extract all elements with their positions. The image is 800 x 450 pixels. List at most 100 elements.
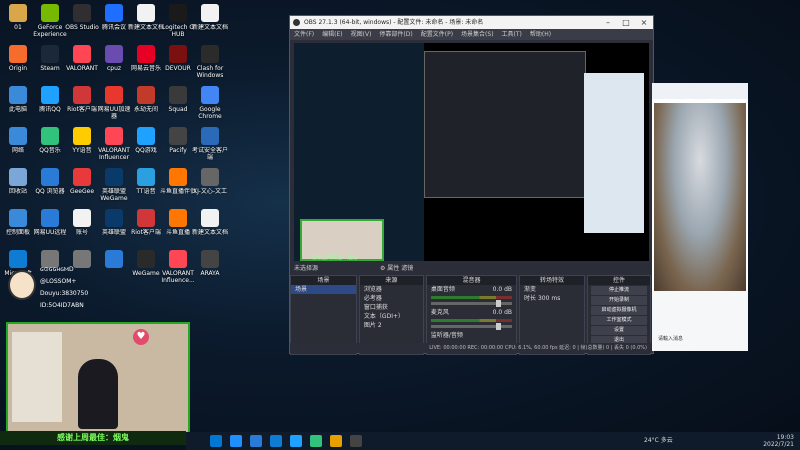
desktop-icon[interactable]: 腾讯QQ — [32, 86, 68, 113]
desktop-icon[interactable]: cpuz — [96, 45, 132, 72]
transition-select[interactable]: 渐变 — [520, 285, 584, 294]
transition-duration[interactable]: 时长 300 ms — [520, 294, 584, 303]
system-tray-clock[interactable]: 19:03 2022/7/21 — [763, 434, 794, 448]
app-icon — [201, 250, 219, 268]
desktop-icon[interactable]: 01 — [0, 4, 36, 31]
settings-button[interactable]: 设置 — [591, 326, 648, 335]
desktop-icon[interactable]: DEVOUR — [160, 45, 196, 72]
taskbar-app-icon[interactable] — [230, 435, 242, 447]
desktop-icon[interactable]: Pacify — [160, 127, 196, 154]
app-icon — [41, 45, 59, 63]
taskbar-app-icon[interactable] — [310, 435, 322, 447]
desktop-icon[interactable]: QQ游戏 — [128, 127, 164, 154]
desktop-icon[interactable]: GeForce Experience — [32, 4, 68, 38]
desktop-icon[interactable]: 斗鱼直播 — [160, 209, 196, 236]
desktop-icon[interactable]: XJ-文心-文工 — [192, 168, 228, 195]
obs-window[interactable]: OBS 27.1.3 (64-bit, windows) - 配置文件: 未命名… — [289, 15, 654, 355]
desktop-icon[interactable]: 网易UU远程 — [32, 209, 68, 236]
desktop-icon[interactable]: Clash for Windows — [192, 45, 228, 79]
filters-button[interactable]: 滤镜 — [401, 265, 413, 272]
properties-button[interactable]: ⚙ 属性 — [380, 265, 399, 272]
chat-window[interactable]: 请輸入消息 — [652, 83, 748, 351]
desktop-icon[interactable]: 网易UU加速器 — [96, 86, 132, 120]
desktop-icon[interactable]: 此电脑 — [0, 86, 36, 113]
desktop-icon[interactable]: GeeGee — [64, 168, 100, 195]
chat-input-area[interactable]: 请輸入消息 — [652, 291, 748, 351]
app-icon — [137, 209, 155, 227]
taskbar-app-icon[interactable] — [270, 435, 282, 447]
volume-slider[interactable] — [430, 323, 513, 330]
minimize-button[interactable]: – — [599, 16, 617, 29]
close-button[interactable]: × — [635, 16, 653, 29]
app-icon — [137, 250, 155, 268]
desktop-icon[interactable]: 新建文本文档 — [192, 209, 228, 236]
menu-file[interactable]: 文件(F) — [294, 29, 314, 40]
desktop-icon[interactable]: WeGame — [128, 250, 164, 277]
obs-preview[interactable]: 感谢上周最佳：烟鬼 — [294, 43, 649, 261]
desktop-icon[interactable]: 英雄联盟WeGame — [96, 168, 132, 202]
menu-docks[interactable]: 停靠部件(D) — [379, 29, 412, 40]
desktop-icon[interactable]: QQ音乐 — [32, 127, 68, 154]
taskbar-app-icon[interactable] — [210, 435, 222, 447]
desktop-icon[interactable]: Riot客户端 — [128, 209, 164, 236]
virtual-camera-button[interactable]: 启动虚拟摄像机 — [591, 306, 648, 315]
desktop-icon[interactable]: ARAYA — [192, 250, 228, 277]
desktop-icon[interactable]: 考试安全客户端 — [192, 127, 228, 161]
source-item[interactable]: 文本（GDI+） — [360, 312, 423, 321]
desktop-icon[interactable]: OBS Studio — [64, 4, 100, 31]
taskbar-app-icon[interactable] — [350, 435, 362, 447]
menu-help[interactable]: 帮助(H) — [530, 29, 551, 40]
taskbar-app-icon[interactable] — [250, 435, 262, 447]
weather-widget[interactable]: 24°C 多云 — [644, 435, 673, 447]
studio-mode-button[interactable]: 工作室模式 — [591, 316, 648, 325]
stop-streaming-button[interactable]: 停止推流 — [591, 286, 648, 295]
desktop-icon[interactable]: 控制面板 — [0, 209, 36, 236]
desktop-icon[interactable]: 账号 — [64, 209, 100, 236]
desktop-icon-label: 此电脑 — [8, 106, 27, 113]
desktop-icon[interactable]: VALORANT Influence... — [160, 250, 196, 284]
desktop-icon[interactable]: Google Chrome — [192, 86, 228, 120]
taskbar-app-icon[interactable] — [290, 435, 302, 447]
source-item[interactable]: 窗口捕获 — [360, 303, 423, 312]
menu-tools[interactable]: 工具(T) — [502, 29, 522, 40]
desktop-icon[interactable]: YY语音 — [64, 127, 100, 154]
desktop-icon[interactable]: VALORANT Influencer — [96, 127, 132, 161]
source-item[interactable]: 浏览器 — [360, 285, 423, 294]
desktop-icon[interactable]: 新建文本文档 — [192, 4, 228, 31]
desktop-icon[interactable]: Steam — [32, 45, 68, 72]
desktop-icon[interactable]: Logitech G HUB — [160, 4, 196, 38]
desktop-icon[interactable]: QQ 浏览器 — [32, 168, 68, 195]
source-item[interactable]: 必考器 — [360, 294, 423, 303]
desktop-icon[interactable]: 腾讯会议 — [96, 4, 132, 31]
chat-toolbar[interactable] — [652, 83, 748, 99]
app-icon — [201, 168, 219, 186]
maximize-button[interactable]: □ — [617, 16, 635, 29]
menu-view[interactable]: 视图(V) — [351, 29, 372, 40]
taskbar-app-icon[interactable] — [330, 435, 342, 447]
desktop-icon-label: GeForce Experience — [33, 24, 67, 38]
desktop-icon[interactable]: 网易云音乐 — [128, 45, 164, 72]
desktop-icon[interactable]: 英雄联盟 — [96, 209, 132, 236]
volume-slider[interactable] — [430, 300, 513, 307]
menu-profile[interactable]: 配置文件(P) — [421, 29, 453, 40]
controls-dock-title: 控件 — [588, 276, 651, 285]
desktop-icon[interactable]: Riot客户端 — [64, 86, 100, 113]
stream-banner: 感谢上周最佳：烟鬼 — [0, 431, 186, 445]
desktop-icon[interactable]: 斗鱼直播伴侣 — [160, 168, 196, 195]
start-recording-button[interactable]: 开始录制 — [591, 296, 648, 305]
obs-titlebar[interactable]: OBS 27.1.3 (64-bit, windows) - 配置文件: 未命名… — [290, 16, 653, 29]
app-icon — [9, 127, 27, 145]
menu-edit[interactable]: 编辑(E) — [322, 29, 342, 40]
desktop-icon[interactable]: Squad — [160, 86, 196, 113]
desktop-icon[interactable]: 永劫无间 — [128, 86, 164, 113]
desktop-icon[interactable]: VALORANT — [64, 45, 100, 72]
desktop-icon[interactable]: 新建文本文档 — [128, 4, 164, 31]
desktop-icon[interactable]: Origin — [0, 45, 36, 72]
desktop-icon-label: 腾讯会议 — [101, 24, 126, 31]
menu-scene-collection[interactable]: 场景集合(S) — [461, 29, 494, 40]
scene-item[interactable]: 场景 — [291, 285, 356, 294]
source-item[interactable]: 图片 2 — [360, 321, 423, 330]
desktop-icon[interactable]: 回收站 — [0, 168, 36, 195]
desktop-icon[interactable]: TT语音 — [128, 168, 164, 195]
desktop-icon[interactable]: 网络 — [0, 127, 36, 154]
